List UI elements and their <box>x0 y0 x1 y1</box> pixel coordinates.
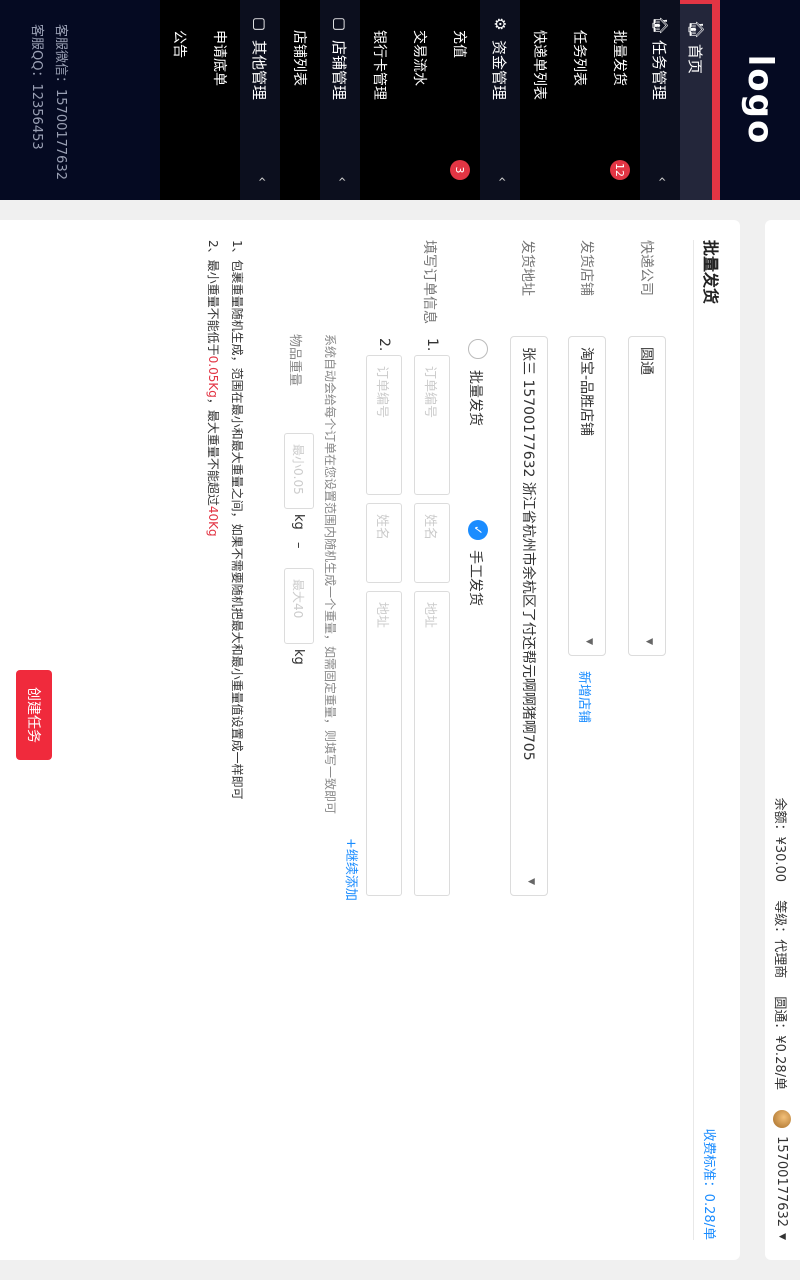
home-icon: 🏠︎ <box>651 16 669 36</box>
shop-select[interactable]: 淘宝-品胜店铺 ▼ <box>568 336 606 656</box>
page-title: 批量发货 <box>701 240 720 305</box>
sidebar-item-label: 店铺列表 <box>291 30 307 86</box>
add-more-link[interactable]: +继续添加 <box>343 838 362 901</box>
chevron-up-icon: ‹ <box>254 176 270 182</box>
home-icon: 🏠︎ <box>687 20 705 40</box>
radio-batch-label: 批量发货 <box>467 370 483 426</box>
note-2-text: 2、最小重量不能低于 <box>206 240 220 356</box>
shop-label: 发货店铺 <box>578 240 594 296</box>
balance-text: 余额：¥30.00 <box>772 797 787 883</box>
note-2-min: 0.05Kg <box>206 355 220 398</box>
sidebar-item-task-list[interactable]: 任务列表 <box>560 0 600 200</box>
divider <box>693 240 694 1240</box>
caret-down-icon: ▼ <box>777 1233 787 1240</box>
notification-badge: 12 <box>610 160 630 180</box>
name-input[interactable]: 姓名 <box>414 503 450 583</box>
chevron-down-icon: ▼ <box>644 638 654 645</box>
nav-task-management[interactable]: 🏠︎ 任务管理 ‹ <box>640 0 680 200</box>
note-2: 2、最小重量不能低于0.05Kg，最大重量不能超过40Kg <box>205 240 222 537</box>
sidebar-item-announcement[interactable]: 公告 <box>160 0 200 200</box>
sidebar-item-recharge[interactable]: 充值 3 <box>440 0 480 200</box>
courier-value: 圆通 <box>638 347 654 375</box>
sidebar-item-batch-ship[interactable]: 批量发货 12 <box>600 0 640 200</box>
order-number-input[interactable]: 订单编号 <box>414 355 450 495</box>
shop-value: 淘宝-品胜店铺 <box>578 347 594 437</box>
sidebar-item-apply-slip[interactable]: 申请底单 <box>200 0 240 200</box>
unit-label: kg <box>291 649 306 665</box>
address-label: 发货地址 <box>519 240 535 296</box>
radio-manual[interactable]: ✓ <box>468 520 488 540</box>
note-2-max: 40Kg <box>206 505 220 537</box>
pricing-link[interactable]: 收费标准：0.28/单 <box>701 1129 720 1240</box>
sidebar-item-label: 交易流水 <box>411 30 427 86</box>
max-weight-input[interactable]: 最大40 <box>284 568 314 644</box>
monitor-icon: ▢ <box>331 16 349 32</box>
sidebar-item-bank-cards[interactable]: 银行卡管理 <box>360 0 400 200</box>
main-panel: 批量发货 收费标准：0.28/单 快递公司 圆通 ▼ 发货店铺 淘宝-品胜店铺 … <box>0 220 740 1260</box>
monitor-icon: ▢ <box>251 16 269 32</box>
create-task-button[interactable]: 创建任务 <box>16 670 52 760</box>
gear-icon: ⚙ <box>491 17 509 31</box>
address-select[interactable]: 张三 15700177632 浙江省杭州市余杭区了付还帮元啊啊猪啊705 ▼ <box>510 336 548 896</box>
rate-text: 圆通：¥0.28/单 <box>772 996 787 1090</box>
sidebar: logo 🏠︎ 首页 🏠︎ 任务管理 ‹ 批量发货 12 任务列表 快递单列表 … <box>0 0 800 200</box>
sidebar-item-shop-list[interactable]: 店铺列表 <box>280 0 320 200</box>
notification-badge: 3 <box>450 160 470 180</box>
weight-label: 物品重量 <box>287 334 302 387</box>
nav-other-management-label: 其他管理 <box>250 40 269 101</box>
contact-wechat: 客服微信：15700177632 <box>53 24 68 180</box>
order-number-input[interactable]: 订单编号 <box>366 355 402 495</box>
chevron-down-icon: ▼ <box>584 638 594 645</box>
contact-qq: 客服QQ：12356453 <box>29 24 44 150</box>
row-index: 2. <box>376 338 392 352</box>
chevron-up-icon: ‹ <box>494 176 510 182</box>
courier-label: 快递公司 <box>638 240 654 296</box>
chevron-up-icon: ‹ <box>654 176 670 182</box>
chevron-down-icon: ▼ <box>526 878 536 885</box>
nav-fund-management[interactable]: ⚙ 资金管理 ‹ <box>480 0 520 200</box>
nav-shop-management-label: 店铺管理 <box>330 40 349 101</box>
user-menu[interactable]: 15700177632 ▼ <box>773 1110 791 1240</box>
sidebar-item-label: 公告 <box>171 30 187 58</box>
unit-label: kg <box>291 514 306 530</box>
nav-task-management-label: 任务管理 <box>650 40 669 101</box>
row-index: 1. <box>424 338 440 352</box>
sidebar-item-label: 批量发货 <box>611 30 627 86</box>
avatar <box>773 1110 791 1129</box>
sidebar-item-label: 银行卡管理 <box>371 30 387 100</box>
range-dash: – <box>291 542 306 549</box>
note-1: 1、包裹重量随机生成，范围在最小和最大重量之间，如果不需要随机把最大和最小重量值… <box>230 240 244 800</box>
min-weight-input[interactable]: 最小0.05 <box>284 433 314 509</box>
nav-other-management[interactable]: ▢ 其他管理 ‹ <box>240 0 280 200</box>
account-info: 余额：¥30.00 等级：代理商 圆通：¥0.28/单 <box>772 784 791 1090</box>
sidebar-item-express-list[interactable]: 快递单列表 <box>520 0 560 200</box>
nav-home[interactable]: 🏠︎ 首页 <box>680 0 720 200</box>
nav-fund-management-label: 资金管理 <box>490 40 509 101</box>
address-value: 张三 15700177632 浙江省杭州市余杭区了付还帮元啊啊猪啊705 <box>520 347 536 761</box>
nav-home-label: 首页 <box>686 44 705 75</box>
note-2-text: ，最大重量不能超过 <box>206 397 220 506</box>
top-bar: 余额：¥30.00 等级：代理商 圆通：¥0.28/单 15700177632 … <box>765 220 800 1260</box>
sidebar-item-label: 任务列表 <box>571 30 587 86</box>
sidebar-item-label: 快递单列表 <box>531 30 547 100</box>
check-icon: ✓ <box>471 524 485 536</box>
sidebar-item-transactions[interactable]: 交易流水 <box>400 0 440 200</box>
auto-weight-note: 系统自动会给每个订单在您设置范围内随机生成一个重量，如需固定重量，则填写一致即可 <box>323 334 337 815</box>
chevron-up-icon: ‹ <box>334 176 350 182</box>
logo: logo <box>740 54 780 146</box>
user-name: 15700177632 <box>774 1136 790 1228</box>
level-text: 等级：代理商 <box>772 900 787 979</box>
add-shop-link[interactable]: 新增店铺 <box>576 671 595 723</box>
courier-select[interactable]: 圆通 ▼ <box>628 336 666 656</box>
radio-batch[interactable] <box>468 339 488 359</box>
address-input[interactable]: 地址 <box>366 591 402 896</box>
address-input[interactable]: 地址 <box>414 591 450 896</box>
order-info-label: 填写订单信息 <box>421 240 437 324</box>
sidebar-item-label: 申请底单 <box>211 30 227 86</box>
nav-shop-management[interactable]: ▢ 店铺管理 ‹ <box>320 0 360 200</box>
radio-manual-label: 手工发货 <box>467 550 483 606</box>
name-input[interactable]: 姓名 <box>366 503 402 583</box>
sidebar-item-label: 充值 <box>451 30 467 58</box>
